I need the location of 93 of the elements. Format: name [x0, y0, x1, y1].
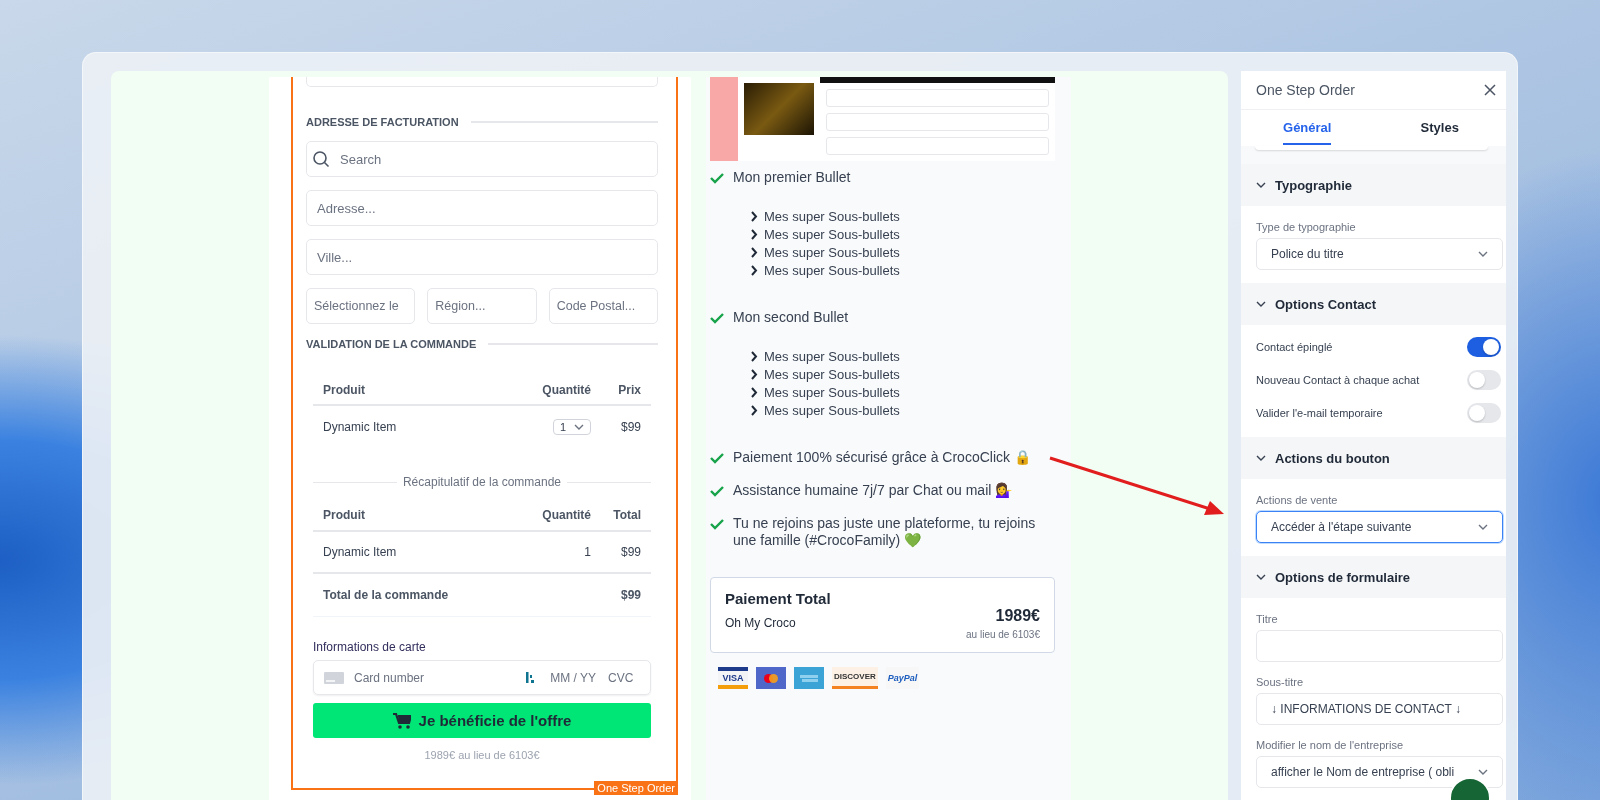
- section-heading: ADRESSE DE FACTURATION: [306, 114, 658, 130]
- close-icon: [1484, 84, 1496, 96]
- field-label: Actions de vente: [1256, 493, 1339, 507]
- column-header: Quantité: [541, 383, 591, 397]
- expiry-field[interactable]: MM / YY: [542, 669, 598, 686]
- input-field[interactable]: Sélectionnez le: [306, 288, 416, 324]
- visa-logo: VISA: [718, 667, 748, 689]
- check-icon: [710, 518, 724, 530]
- toggle-switch[interactable]: [1467, 402, 1501, 423]
- chevron-right-icon: [751, 351, 758, 362]
- chevron-right-icon: [751, 387, 758, 398]
- column-header: Quantité: [541, 508, 591, 522]
- credit-card-icon: [324, 671, 344, 684]
- chevron-right-icon: [751, 247, 758, 258]
- input-field[interactable]: ↓ INFORMATIONS DE CONTACT ↓: [1256, 693, 1503, 725]
- chevron-right-icon: [751, 211, 758, 222]
- check-icon: [710, 452, 724, 464]
- field-label: Titre: [1256, 612, 1279, 626]
- table-cell-text: $99: [619, 420, 641, 434]
- panel-title: One Step Order: [1256, 82, 1355, 98]
- chevron-right-icon: [751, 369, 758, 380]
- discover-logo: DISCOVER: [832, 667, 878, 689]
- bullet-text: Assistance humaine 7j/7 par Chat ou mail 💁‍♀: [733, 482, 1013, 499]
- chevron-right-icon: [751, 265, 758, 276]
- bullet-text: Paiement 100% sécurisé grâce à CrocoClick 🔒: [733, 449, 1031, 466]
- sub-bullet-text: Mes super Sous-bullets: [764, 402, 900, 419]
- sub-bullet-text: Mes super Sous-bullets: [764, 226, 900, 243]
- input-field[interactable]: [1256, 630, 1503, 662]
- price-note: 1989€ au lieu de 6103€: [423, 748, 541, 762]
- chevron-down-icon: [574, 424, 584, 430]
- toggle-label: Valider l'e-mail temporaire: [1256, 406, 1383, 419]
- search-icon: [312, 150, 330, 168]
- sub-bullet-text: Mes super Sous-bullets: [764, 384, 900, 401]
- bullet-text: Tu ne rejoins pas juste une plateforme, tu rejoins une famille (#CrocoFamily) 💚: [733, 515, 1037, 549]
- amex-logo: [794, 667, 824, 689]
- toggle-label: Contact épinglé: [1256, 340, 1333, 353]
- input-field[interactable]: Région...: [427, 288, 537, 324]
- check-icon: [710, 312, 724, 324]
- mastercard-logo: [756, 667, 786, 689]
- sub-bullet-text: Mes super Sous-bullets: [764, 262, 900, 279]
- toggle-switch[interactable]: [1467, 336, 1501, 357]
- toggle-switch[interactable]: [1467, 369, 1501, 390]
- sub-bullet-text: Mes super Sous-bullets: [764, 348, 900, 365]
- column-header: Produit: [323, 383, 366, 397]
- select-field[interactable]: afficher le Nom de entreprise ( obli: [1256, 756, 1503, 788]
- tab[interactable]: Styles: [1373, 110, 1506, 146]
- cvc-field[interactable]: CVC: [606, 669, 640, 686]
- payment-title: Paiement Total: [725, 590, 831, 607]
- original-price: au lieu de 6103€: [966, 629, 1040, 640]
- tab[interactable]: Général: [1241, 110, 1374, 146]
- chevron-down-icon: [1478, 524, 1488, 530]
- input-field[interactable]: Code Postal...: [548, 288, 658, 324]
- toggle-label: Nouveau Contact à chaque achat: [1256, 373, 1420, 386]
- section-heading: VALIDATION DE LA COMMANDE: [306, 336, 658, 352]
- sub-bullet-text: Mes super Sous-bullets: [764, 244, 900, 261]
- element-tag: One Step Order: [594, 781, 678, 795]
- table-cell-text: Dynamic Item: [323, 545, 398, 559]
- bullet-text: Mon premier Bullet: [733, 169, 851, 186]
- chevron-right-icon: [751, 229, 758, 240]
- field-label: Type de typographie: [1256, 220, 1357, 234]
- chevron-down-icon: [1478, 251, 1488, 257]
- card-number-field[interactable]: Card number: [352, 669, 518, 686]
- total-price: 1989€: [994, 607, 1040, 625]
- paypal-logo: PayPal: [885, 667, 920, 689]
- field-label: Sous-titre: [1256, 675, 1305, 689]
- table-cell-text: Dynamic Item: [323, 420, 398, 434]
- check-icon: [710, 485, 724, 497]
- search-field[interactable]: Search: [306, 141, 658, 177]
- field-label: Modifier le nom de l'entreprise: [1256, 738, 1404, 752]
- summary-heading: Récapitulatif de la commande: [313, 474, 651, 490]
- total-value: $99: [619, 588, 641, 602]
- table-cell-text: $99: [619, 545, 641, 559]
- column-header: Prix: [617, 383, 641, 397]
- product-name: Oh My Croco: [725, 616, 797, 630]
- input-field[interactable]: Ville...: [306, 239, 658, 275]
- select-field[interactable]: Accéder à l'étape suivante: [1256, 511, 1503, 543]
- check-icon: [710, 172, 724, 184]
- select-field[interactable]: Police du titre: [1256, 238, 1503, 270]
- sub-bullet-text: Mes super Sous-bullets: [764, 208, 900, 225]
- column-header: Total: [612, 508, 641, 522]
- sub-bullet-text: Mes super Sous-bullets: [764, 366, 900, 383]
- card-label: Informations de carte: [313, 639, 427, 655]
- cart-icon: [392, 712, 411, 729]
- bullet-text: Mon second Bullet: [733, 309, 849, 326]
- column-header: Produit: [323, 508, 366, 522]
- close-button[interactable]: [1484, 84, 1496, 96]
- quantity-select[interactable]: 1: [552, 419, 591, 435]
- table-cell-text: 1: [583, 545, 591, 559]
- input-field[interactable]: Adresse...: [306, 190, 658, 226]
- submit-button[interactable]: Je bénéficie de l'offre: [313, 703, 651, 738]
- chevron-right-icon: [751, 405, 758, 416]
- chevron-down-icon: [1478, 769, 1488, 775]
- total-label: Total de la commande: [323, 588, 450, 602]
